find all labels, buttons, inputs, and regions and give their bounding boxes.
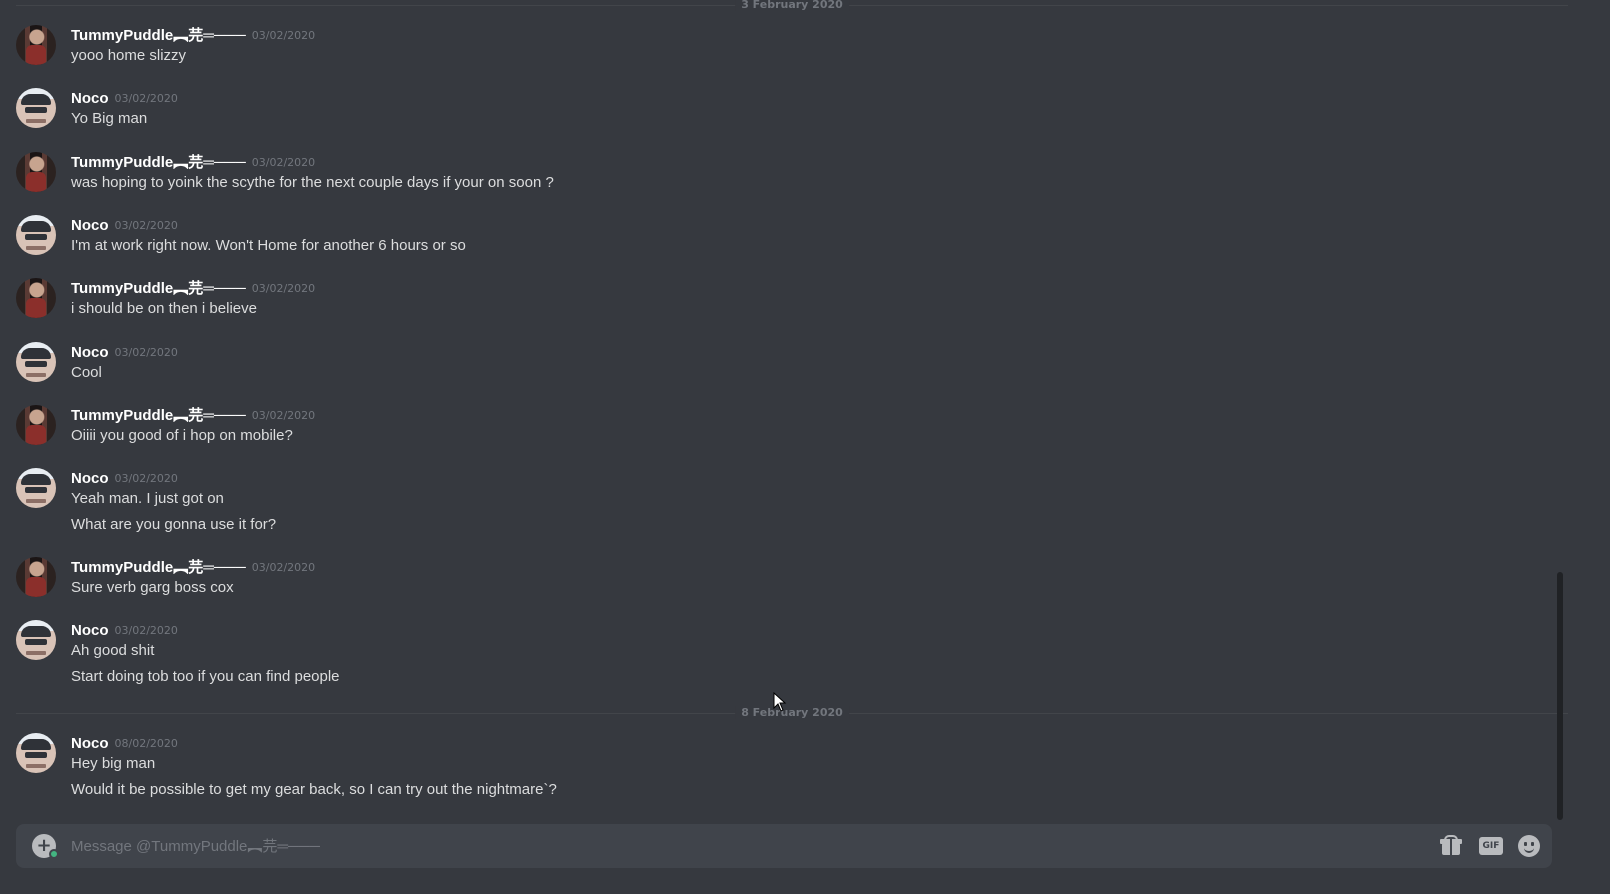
date-divider: 3 February 2020 [16, 0, 1568, 11]
message-author[interactable]: Noco [71, 622, 109, 639]
message-text: What are you gonna use it for? [71, 516, 277, 533]
message-author[interactable]: Noco [71, 344, 109, 361]
message-author[interactable]: Noco [71, 735, 109, 752]
message-text: Sure verb garg boss cox [71, 579, 234, 596]
message-timestamp: 03/02/2020 [114, 92, 178, 105]
message-composer: GIF [16, 824, 1552, 868]
message-text: Oiiii you good of i hop on mobile? [71, 427, 293, 444]
message-author[interactable]: Noco [71, 217, 109, 234]
tummypuddle-avatar[interactable] [16, 25, 56, 65]
message-timestamp: 03/02/2020 [114, 346, 178, 359]
message-text: Yeah man. I just got on [71, 490, 224, 507]
upload-badge-icon [49, 849, 59, 859]
message-author[interactable]: TummyPuddle︻芫═─── [71, 407, 246, 424]
message-timestamp: 03/02/2020 [251, 282, 316, 295]
message-author[interactable]: TummyPuddle︻芫═─── [71, 280, 246, 297]
date-divider-label: 3 February 2020 [735, 0, 849, 11]
message-timestamp: 03/02/2020 [114, 624, 178, 637]
message-text: yooo home slizzy [71, 47, 187, 64]
message-text: Would it be possible to get my gear back… [71, 781, 557, 798]
message-author[interactable]: Noco [71, 470, 109, 487]
message-author[interactable]: TummyPuddle︻芫═─── [71, 559, 246, 576]
message-list[interactable]: 3 February 2020 TummyPuddle︻芫═─── 03/02/2… [0, 0, 1598, 836]
message-text: i should be on then i believe [71, 300, 257, 317]
gif-button[interactable]: GIF [1479, 837, 1503, 855]
gift-icon[interactable] [1440, 835, 1462, 857]
tummypuddle-avatar[interactable] [16, 152, 56, 192]
noco-avatar[interactable] [16, 620, 56, 660]
message-timestamp: 03/02/2020 [251, 156, 316, 169]
message-text: Yo Big man [71, 110, 148, 127]
message-timestamp: 03/02/2020 [114, 472, 178, 485]
message-author[interactable]: Noco [71, 90, 109, 107]
message-scrollbar[interactable] [1556, 0, 1564, 836]
message-author[interactable]: TummyPuddle︻芫═─── [71, 27, 246, 44]
message-timestamp: 03/02/2020 [114, 219, 178, 232]
date-divider: 8 February 2020 [16, 706, 1568, 719]
noco-avatar[interactable] [16, 88, 56, 128]
message-text: Start doing tob too if you can find peop… [71, 668, 340, 685]
message-text: Cool [71, 364, 102, 381]
tummypuddle-avatar[interactable] [16, 405, 56, 445]
message-text: Hey big man [71, 755, 156, 772]
noco-avatar[interactable] [16, 215, 56, 255]
message-timestamp: 03/02/2020 [251, 409, 316, 422]
message-timestamp: 03/02/2020 [251, 561, 316, 574]
noco-avatar[interactable] [16, 733, 56, 773]
emoji-icon[interactable] [1518, 835, 1540, 857]
message-timestamp: 03/02/2020 [251, 29, 316, 42]
message-text: Ah good shit [71, 642, 155, 659]
scrollbar-thumb[interactable] [1557, 572, 1563, 820]
message-input[interactable] [71, 824, 1421, 868]
message-timestamp: 08/02/2020 [114, 737, 178, 750]
plus-circle-icon[interactable] [32, 834, 59, 859]
date-divider-label: 8 February 2020 [735, 706, 849, 719]
tummypuddle-avatar[interactable] [16, 557, 56, 597]
dm-chat-view: 3 February 2020 TummyPuddle︻芫═─── 03/02/2… [0, 0, 1610, 894]
noco-avatar[interactable] [16, 342, 56, 382]
message-text: I'm at work right now. Won't Home for an… [71, 237, 466, 254]
noco-avatar[interactable] [16, 468, 56, 508]
tummypuddle-avatar[interactable] [16, 278, 56, 318]
message-author[interactable]: TummyPuddle︻芫═─── [71, 154, 246, 171]
message-text: was hoping to yoink the scythe for the n… [71, 174, 554, 191]
